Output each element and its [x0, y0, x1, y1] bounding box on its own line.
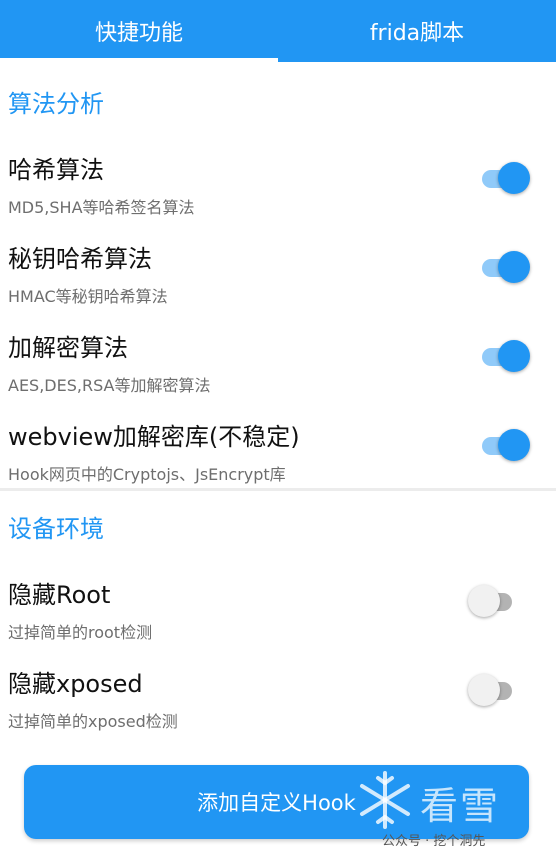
setting-row-cipher: 加解密算法 AES,DES,RSA等加解密算法	[0, 328, 556, 416]
section-title-algorithm: 算法分析	[8, 90, 104, 118]
tab-frida-scripts-label: frida脚本	[369, 21, 465, 46]
setting-title: 哈希算法	[8, 156, 104, 184]
setting-desc: 过掉简单的xposed检测	[8, 712, 178, 731]
tab-shortcuts[interactable]: 快捷功能	[0, 0, 278, 62]
setting-title: 隐藏Root	[8, 581, 111, 609]
setting-row-hide-xposed: 隐藏xposed 过掉简单的xposed检测	[0, 664, 556, 752]
watermark: 看雪 公众号 · 挖个洞先	[354, 765, 544, 862]
hide-root-toggle[interactable]	[468, 583, 520, 619]
hash-toggle[interactable]	[478, 160, 530, 196]
setting-row-webview: webview加解密库(不稳定) Hook网页中的Cryptojs、JsEncr…	[0, 417, 556, 505]
setting-desc: AES,DES,RSA等加解密算法	[8, 376, 211, 395]
setting-desc: MD5,SHA等哈希签名算法	[8, 198, 195, 217]
setting-row-hash: 哈希算法 MD5,SHA等哈希签名算法	[0, 150, 556, 238]
toggle-thumb	[498, 162, 530, 194]
setting-desc: 过掉简单的root检测	[8, 623, 153, 642]
cipher-toggle[interactable]	[478, 338, 530, 374]
tab-bar: 快捷功能 frida脚本	[0, 0, 556, 62]
setting-title: 隐藏xposed	[8, 670, 143, 698]
toggle-thumb	[498, 251, 530, 283]
watermark-brand: 看雪	[420, 784, 501, 828]
setting-desc: HMAC等秘钥哈希算法	[8, 287, 168, 306]
section-title-environment: 设备环境	[8, 515, 104, 543]
setting-title: webview加解密库(不稳定)	[8, 423, 300, 451]
snowflake-icon	[360, 771, 410, 829]
add-custom-hook-label: 添加自定义Hook	[197, 791, 356, 815]
tab-frida-scripts[interactable]: frida脚本	[278, 0, 556, 62]
tab-shortcuts-label: 快捷功能	[94, 21, 183, 46]
setting-title: 秘钥哈希算法	[8, 245, 152, 273]
toggle-thumb	[468, 674, 500, 706]
hide-xposed-toggle[interactable]	[468, 672, 520, 708]
toggle-thumb	[498, 340, 530, 372]
setting-title: 加解密算法	[8, 334, 128, 362]
watermark-source: 公众号 · 挖个洞先	[382, 834, 486, 849]
hmac-toggle[interactable]	[478, 249, 530, 285]
toggle-thumb	[498, 429, 530, 461]
toggle-thumb	[468, 585, 500, 617]
webview-toggle[interactable]	[478, 427, 530, 463]
section-divider	[0, 488, 556, 491]
setting-desc: Hook网页中的Cryptojs、JsEncrypt库	[8, 465, 286, 484]
setting-row-hmac: 秘钥哈希算法 HMAC等秘钥哈希算法	[0, 239, 556, 327]
setting-row-hide-root: 隐藏Root 过掉简单的root检测	[0, 575, 556, 663]
